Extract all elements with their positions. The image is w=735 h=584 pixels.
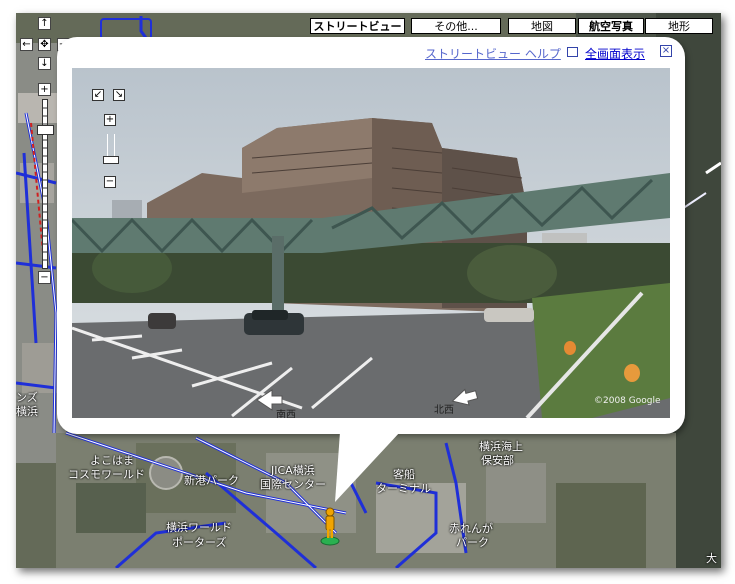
pan-down-button[interactable]: ↓ [38,57,51,70]
pan-left-button[interactable]: ← [20,38,33,51]
label-world-porters: 横浜ワールド [166,521,232,534]
copyright: ©2008 Google [594,396,661,406]
pano-zoom-track[interactable] [107,134,115,158]
pan-up-button[interactable]: ↑ [38,17,51,30]
label-coastguard-2: 保安部 [481,454,514,467]
more-button[interactable]: その他... [411,18,501,34]
label-intl-center: 国際センター [260,478,326,491]
zoom-out-button[interactable]: − [38,271,51,284]
rotate-right-button[interactable]: ↘ [113,89,125,101]
pano-zoom-out-button[interactable]: − [104,176,116,188]
street-view-button[interactable]: ストリートビュー [310,18,405,34]
direction-northwest[interactable]: 北西 [434,401,454,416]
pano-zoom-in-button[interactable]: + [104,114,116,126]
street-view-help-link[interactable]: ストリートビュー ヘルプ [425,45,561,62]
label-shinko: 新港パーク [184,474,239,487]
direction-southwest[interactable]: 南西 [276,406,296,418]
label-left-2: 横浜 [16,405,38,418]
label-bottom-right: 大 [706,552,717,565]
panorama-image [72,68,670,418]
pan-center-button[interactable]: ✥ [38,38,51,51]
terrain-button[interactable]: 地形 [645,18,713,34]
fullscreen-link[interactable]: 全画面表示 [585,45,645,62]
fullscreen-icon[interactable] [567,47,578,57]
label-cosmoworld: コスモワールド [68,468,145,481]
bubble-pointer [335,432,400,502]
map-application: よこはま コスモワールド JICA横浜 国際センター 新港パーク 客船 ターミナ… [0,0,735,584]
label-porters: ポーターズ [172,536,227,549]
satellite-button[interactable]: 航空写真 [578,18,644,34]
label-park: パーク [456,536,489,549]
street-view-panorama[interactable]: 南西 北西 ©2008 Google ↙ ↘ + − [72,68,670,418]
zoom-slider-thumb[interactable] [37,125,54,135]
rotate-left-button[interactable]: ↙ [92,89,104,101]
map-button[interactable]: 地図 [508,18,576,34]
pegman-icon[interactable] [320,507,340,547]
close-icon[interactable]: × [660,45,672,57]
pano-zoom-thumb[interactable] [103,156,119,164]
zoom-in-button[interactable]: + [38,83,51,96]
